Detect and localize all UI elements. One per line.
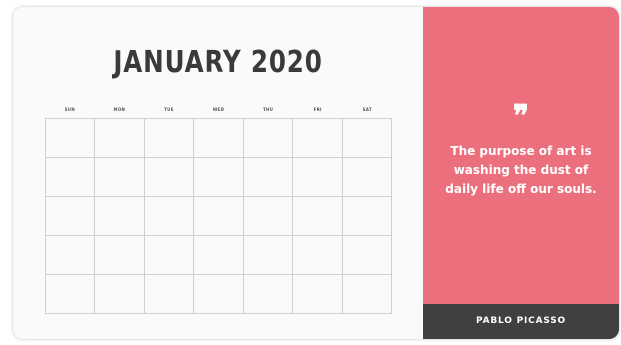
- calendar-day-cell: [243, 197, 294, 236]
- calendar-day-cell: [293, 119, 343, 158]
- calendar-day-cell: [243, 119, 294, 158]
- weekday-sun: SUN: [64, 107, 75, 112]
- calendar-day-cell: [144, 236, 195, 275]
- weekday-tue: TUE: [164, 107, 174, 112]
- author-bar: PABLO PICASSO: [423, 304, 619, 339]
- weekday-sat: SAT: [362, 107, 372, 112]
- weekday-wed: WED: [212, 107, 225, 112]
- calendar-day-cell: [46, 275, 96, 314]
- calendar-day-cell: [243, 236, 294, 275]
- calendar-day-cell: [293, 236, 343, 275]
- calendar-day-cell: [293, 158, 343, 197]
- calendar-day-cell: [293, 275, 343, 314]
- calendar-day-cell: [194, 197, 244, 236]
- weekday-mon: MON: [113, 107, 126, 112]
- weekday-header-row: SUN MON TUE WED THU FRI SAT: [45, 107, 392, 117]
- quote-mark-icon: ❞: [512, 99, 530, 134]
- calendar-day-cell: [144, 158, 195, 197]
- quote-author: PABLO PICASSO: [476, 316, 566, 326]
- calendar-day-cell: [194, 275, 244, 314]
- calendar-day-cell: [194, 158, 244, 197]
- calendar-day-cell: [46, 236, 96, 275]
- calendar-day-cell: [342, 197, 392, 236]
- calendar-day-cell: [293, 197, 343, 236]
- calendar-day-cell: [342, 236, 392, 275]
- calendar-day-cell: [95, 236, 145, 275]
- month-title: JANUARY 2020: [113, 45, 323, 80]
- calendar-day-cell: [144, 275, 195, 314]
- calendar-panel: JANUARY 2020 SUN MON TUE WED THU FRI SAT: [13, 7, 423, 339]
- calendar-grid: [45, 118, 392, 314]
- calendar-day-cell: [46, 197, 96, 236]
- calendar-day-cell: [46, 119, 96, 158]
- calendar-day-cell: [243, 275, 294, 314]
- calendar-day-cell: [144, 197, 195, 236]
- calendar-day-cell: [95, 158, 145, 197]
- calendar-day-cell: [46, 158, 96, 197]
- calendar-day-cell: [95, 197, 145, 236]
- calendar-day-cell: [342, 275, 392, 314]
- calendar-day-cell: [342, 119, 392, 158]
- calendar-day-cell: [194, 236, 244, 275]
- quote-panel: ❞ The purpose of art is washing the dust…: [423, 7, 619, 304]
- calendar-day-cell: [95, 275, 145, 314]
- calendar-day-cell: [194, 119, 244, 158]
- weekday-fri: FRI: [313, 107, 322, 112]
- weekday-thu: THU: [262, 107, 274, 112]
- calendar-day-cell: [342, 158, 392, 197]
- quote-text: The purpose of art is washing the dust o…: [445, 144, 597, 196]
- calendar-card: JANUARY 2020 SUN MON TUE WED THU FRI SAT…: [13, 7, 619, 339]
- calendar-day-cell: [144, 119, 195, 158]
- calendar-day-cell: [95, 119, 145, 158]
- calendar-day-cell: [243, 158, 294, 197]
